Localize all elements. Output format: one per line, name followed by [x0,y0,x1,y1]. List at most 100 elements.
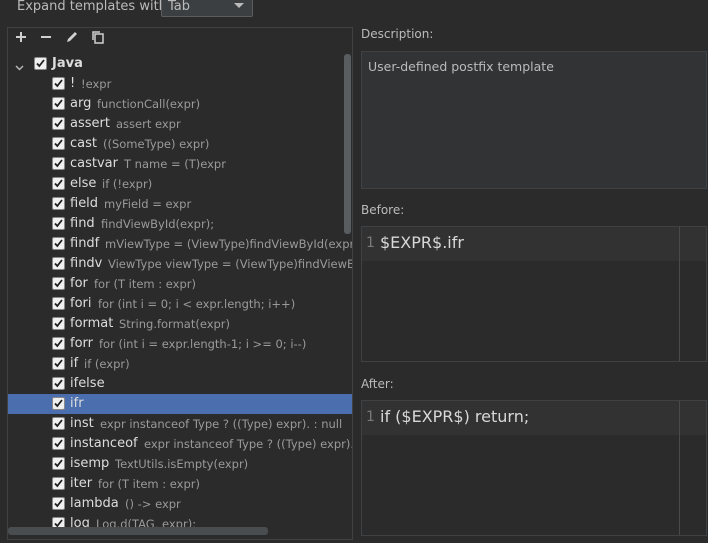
template-row[interactable]: isemp TextUtils.isEmpty(expr) [8,454,352,474]
template-checkbox[interactable] [52,317,65,330]
description-text: User-defined postfix template [368,59,554,74]
template-checkbox[interactable] [52,77,65,90]
template-key: fori [70,296,92,311]
template-key: assert [70,116,110,131]
remove-icon[interactable] [39,30,57,48]
template-key: inst [70,416,94,431]
template-row[interactable]: format String.format(expr) [8,314,352,334]
template-description: if (!expr) [102,177,153,191]
template-description: mViewType = (ViewType)findViewById(expr)… [105,237,353,251]
template-row[interactable]: find findViewById(expr); [8,214,352,234]
template-row[interactable]: ifelse [8,374,352,394]
template-key: cast [70,136,97,151]
template-description: ViewType viewType = (ViewType)findViewBy… [108,257,352,271]
template-key: lambda [70,496,119,511]
template-row[interactable]: instanceof expr instanceof Type ? ((Type)… [8,434,352,454]
template-row[interactable]: cast ((SomeType) expr) [8,134,352,154]
before-label: Before: [361,203,405,217]
template-key: for [70,276,88,291]
expand-key-dropdown[interactable]: Tab [161,0,253,17]
template-key: ifr [70,396,84,411]
template-description: if (expr) [84,357,130,371]
template-row[interactable]: castvar T name = (T)expr [8,154,352,174]
template-key: iter [70,476,93,491]
copy-icon[interactable] [91,30,109,48]
template-checkbox[interactable] [52,297,65,310]
expand-templates-bar: Expand templates with Tab [0,0,708,22]
template-checkbox[interactable] [52,157,65,170]
before-code: $EXPR$.ifr [380,233,464,252]
chevron-down-icon[interactable] [15,60,24,74]
expand-key-value: Tab [168,0,191,14]
template-checkbox[interactable] [52,277,65,290]
template-description: for (T item : expr) [94,277,196,291]
template-row[interactable]: ifr [8,394,352,414]
template-row[interactable]: forr for (int i = expr.length-1; i >= 0; … [8,334,352,354]
group-checkbox[interactable] [34,57,47,70]
templates-panel: Java! !expr arg functionCall(expr) assert ass… [7,27,353,540]
line-number: 1 [366,409,375,425]
template-checkbox[interactable] [52,437,65,450]
template-checkbox[interactable] [52,417,65,430]
template-row[interactable]: ! !expr [8,74,352,94]
template-row[interactable]: if if (expr) [8,354,352,374]
template-row[interactable]: field myField = expr [8,194,352,214]
edit-pencil-icon[interactable] [65,30,83,48]
template-checkbox[interactable] [52,337,65,350]
template-key: isemp [70,456,110,471]
template-key: findf [70,236,100,251]
template-description: for (T item : expr) [98,477,200,491]
template-checkbox[interactable] [52,137,65,150]
template-checkbox[interactable] [52,377,65,390]
line-number: 1 [366,235,375,251]
template-description: String.format(expr) [119,317,231,331]
template-row[interactable]: iter for (T item : expr) [8,474,352,494]
template-checkbox[interactable] [52,457,65,470]
template-row[interactable]: else if (!expr) [8,174,352,194]
template-checkbox[interactable] [52,357,65,370]
template-description: expr instanceof Type ? ((Type) expr). : … [100,417,343,431]
group-label: Java [52,56,83,71]
template-description: for (int i = 0; i < expr.length; i++) [98,297,296,311]
right-margin-guide [679,401,680,535]
template-checkbox[interactable] [52,117,65,130]
templates-toolbar [8,28,352,50]
templates-tree[interactable]: Java! !expr arg functionCall(expr) assert ass… [8,54,352,532]
expand-templates-label: Expand templates with [17,0,167,14]
template-checkbox[interactable] [52,177,65,190]
after-code: if ($EXPR$) return; [380,407,530,426]
template-row[interactable]: lambda () -> expr [8,494,352,514]
template-row[interactable]: arg functionCall(expr) [8,94,352,114]
add-icon[interactable] [14,30,32,48]
template-description: T name = (T)expr [124,157,226,171]
tree-horizontal-scrollbar[interactable] [8,527,268,535]
right-margin-guide [679,227,680,361]
template-checkbox[interactable] [52,237,65,250]
tree-group-java[interactable]: Java [8,54,352,74]
description-box: User-defined postfix template [361,51,707,189]
template-checkbox[interactable] [52,217,65,230]
template-row[interactable]: findv ViewType viewType = (ViewType)findV… [8,254,352,274]
after-editor[interactable]: 1 if ($EXPR$) return; [361,400,707,536]
template-checkbox[interactable] [52,257,65,270]
template-checkbox[interactable] [52,477,65,490]
template-description: !expr [81,77,112,91]
template-key: if [70,356,79,371]
tree-vertical-scrollbar[interactable] [344,54,351,234]
template-checkbox[interactable] [52,97,65,110]
template-row[interactable]: fori for (int i = 0; i < expr.length; i++… [8,294,352,314]
template-checkbox[interactable] [52,197,65,210]
template-row[interactable]: for for (T item : expr) [8,274,352,294]
template-key: forr [70,336,93,351]
chevron-down-icon [234,3,244,8]
template-row[interactable]: inst expr instanceof Type ? ((Type) expr)… [8,414,352,434]
template-description: assert expr [116,117,181,131]
template-checkbox[interactable] [52,397,65,410]
template-row[interactable]: assert assert expr [8,114,352,134]
template-description: functionCall(expr) [97,97,201,111]
before-editor[interactable]: 1 $EXPR$.ifr [361,226,707,362]
template-key: format [70,316,114,331]
template-checkbox[interactable] [52,497,65,510]
template-row[interactable]: findf mViewType = (ViewType)findViewById(… [8,234,353,254]
template-description: TextUtils.isEmpty(expr) [115,457,249,471]
